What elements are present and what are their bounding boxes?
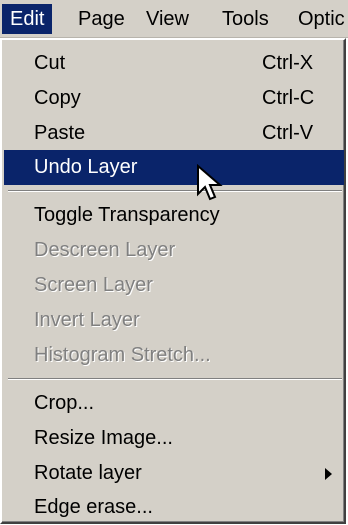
menu-item-label: Crop... bbox=[34, 392, 95, 414]
menu-item-label: Edge erase... bbox=[34, 496, 153, 518]
menu-separator bbox=[8, 378, 342, 380]
menu-item-resize-image[interactable]: Resize Image... bbox=[4, 421, 344, 456]
menu-bar: Edit Page View Tools Optic bbox=[0, 0, 348, 38]
menu-item-shortcut: Ctrl-V bbox=[262, 122, 314, 144]
menu-item-screen-layer: Screen Layer bbox=[4, 268, 344, 303]
menu-options[interactable]: Optic bbox=[290, 4, 348, 34]
menu-item-descreen-layer: Descreen Layer bbox=[4, 233, 344, 268]
menu-item-label: Invert Layer bbox=[34, 309, 140, 331]
edit-menu-dropdown: Cut Ctrl-X Copy Ctrl-C Paste Ctrl-V Undo… bbox=[0, 38, 346, 524]
menu-item-undo-layer[interactable]: Undo Layer bbox=[4, 150, 344, 185]
menu-edit[interactable]: Edit bbox=[2, 4, 53, 34]
menu-item-label: Toggle Transparency bbox=[34, 204, 220, 226]
menu-item-label: Histogram Stretch... bbox=[34, 344, 211, 366]
menu-item-label: Undo Layer bbox=[34, 156, 138, 178]
menu-item-edge-erase[interactable]: Edge erase... bbox=[4, 490, 344, 525]
menu-item-label: Cut bbox=[34, 52, 66, 74]
menu-item-label: Resize Image... bbox=[34, 427, 173, 449]
menu-view[interactable]: View bbox=[138, 4, 197, 34]
menu-item-histogram-stretch: Histogram Stretch... bbox=[4, 338, 344, 373]
menu-page[interactable]: Page bbox=[70, 4, 133, 34]
menu-item-paste[interactable]: Paste Ctrl-V bbox=[4, 116, 344, 151]
menu-item-toggle-transparency[interactable]: Toggle Transparency bbox=[4, 198, 344, 233]
menu-item-shortcut: Ctrl-X bbox=[262, 52, 314, 74]
menu-item-label: Descreen Layer bbox=[34, 239, 176, 261]
menu-item-crop[interactable]: Crop... bbox=[4, 386, 344, 421]
menu-item-label: Screen Layer bbox=[34, 274, 153, 296]
menu-item-label: Paste bbox=[34, 122, 86, 144]
submenu-arrow-icon bbox=[325, 468, 332, 480]
menu-item-label: Copy bbox=[34, 87, 81, 109]
menu-item-label: Rotate layer bbox=[34, 462, 142, 484]
menu-item-rotate-layer[interactable]: Rotate layer bbox=[4, 456, 344, 491]
arrow-cursor-icon bbox=[197, 164, 223, 201]
menu-item-shortcut: Ctrl-C bbox=[262, 87, 315, 109]
menu-tools[interactable]: Tools bbox=[214, 4, 277, 34]
menu-item-copy[interactable]: Copy Ctrl-C bbox=[4, 81, 344, 116]
menu-item-cut[interactable]: Cut Ctrl-X bbox=[4, 46, 344, 81]
menu-item-invert-layer: Invert Layer bbox=[4, 303, 344, 338]
menu-separator bbox=[8, 190, 342, 192]
